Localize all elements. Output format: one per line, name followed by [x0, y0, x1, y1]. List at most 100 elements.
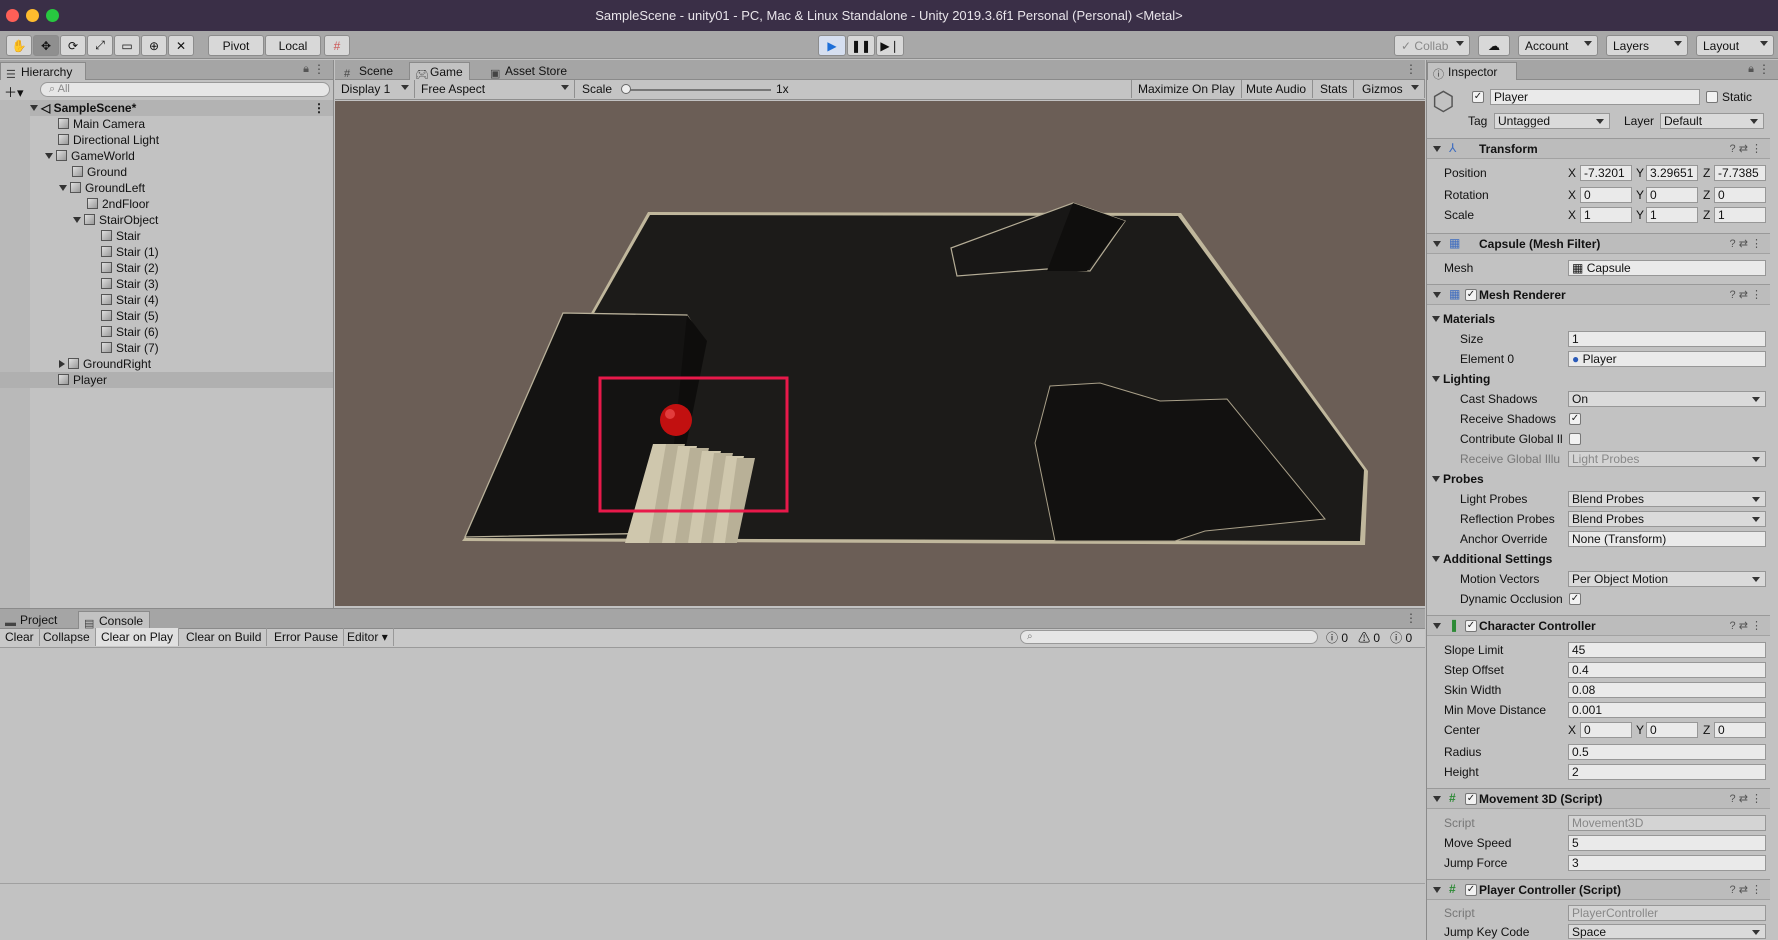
min-move-distance-field[interactable]: 0.001 — [1568, 702, 1766, 718]
editor-dropdown[interactable]: Editor ▾ — [342, 628, 394, 646]
center-x-field[interactable]: 0 — [1580, 722, 1632, 738]
display-dropdown[interactable]: Display 1 — [335, 80, 415, 98]
kebab-menu-icon[interactable]: ⋮ — [1758, 62, 1770, 76]
mesh-renderer-header[interactable]: ▦ ✓ Mesh Renderer ? ⇄ ⋮ — [1427, 284, 1770, 305]
tab-asset-store[interactable]: ▣ Asset Store — [485, 62, 573, 80]
materials-foldout[interactable]: Materials — [1432, 311, 1495, 327]
collapse-toggle[interactable]: Collapse — [38, 628, 96, 646]
kebab-menu-icon[interactable]: ⋮ — [313, 62, 325, 76]
mute-audio-toggle[interactable]: Mute Audio — [1240, 80, 1314, 98]
motion-vectors-dropdown[interactable]: Per Object Motion — [1568, 571, 1766, 587]
move-speed-field[interactable]: 5 — [1568, 835, 1766, 851]
step-offset-field[interactable]: 0.4 — [1568, 662, 1766, 678]
receive-shadows-checkbox[interactable]: ✓ — [1569, 413, 1581, 425]
pause-button[interactable]: ❚❚ — [847, 35, 875, 56]
hierarchy-item[interactable]: GroundLeft — [59, 180, 145, 196]
jump-key-code-dropdown[interactable]: Space — [1568, 924, 1766, 939]
hierarchy-item-selected[interactable]: Player — [0, 372, 333, 388]
local-toggle[interactable]: Local — [265, 35, 321, 56]
contribute-gi-checkbox[interactable] — [1569, 433, 1581, 445]
rotation-y-field[interactable]: 0 — [1646, 187, 1698, 203]
gizmos-dropdown[interactable]: Gizmos — [1356, 80, 1425, 98]
center-z-field[interactable]: 0 — [1714, 722, 1766, 738]
hierarchy-item[interactable]: Stair (5) — [101, 308, 159, 324]
collapsed-arrow-icon[interactable] — [59, 360, 65, 368]
tab-scene[interactable]: # Scene — [339, 62, 399, 80]
rotation-x-field[interactable]: 0 — [1580, 187, 1632, 203]
probes-foldout[interactable]: Probes — [1432, 471, 1484, 487]
console-search-input[interactable]: ⌕ — [1020, 630, 1318, 644]
clear-on-build-toggle[interactable]: Clear on Build — [181, 628, 268, 646]
hierarchy-search-input[interactable]: ⌕ All — [40, 82, 330, 97]
cast-shadows-dropdown[interactable]: On — [1568, 391, 1766, 407]
rect-tool-button[interactable]: ▭ — [114, 35, 140, 56]
hierarchy-item[interactable]: GroundRight — [59, 356, 151, 372]
scale-z-field[interactable]: 1 — [1714, 207, 1766, 223]
hierarchy-item[interactable]: Stair (7) — [101, 340, 159, 356]
hierarchy-item[interactable]: Stair (4) — [101, 292, 159, 308]
tag-dropdown[interactable]: Untagged — [1494, 113, 1610, 129]
layout-dropdown[interactable]: Layout — [1696, 35, 1774, 56]
component-actions[interactable]: ? ⇄ ⋮ — [1730, 237, 1762, 250]
jump-force-field[interactable]: 3 — [1568, 855, 1766, 871]
component-actions[interactable]: ? ⇄ ⋮ — [1730, 619, 1762, 632]
component-actions[interactable]: ? ⇄ ⋮ — [1730, 883, 1762, 896]
maximize-on-play-toggle[interactable]: Maximize On Play — [1132, 80, 1242, 98]
scale-y-field[interactable]: 1 — [1646, 207, 1698, 223]
hierarchy-item[interactable]: 2ndFloor — [87, 196, 149, 212]
movement3d-header[interactable]: # ✓ Movement 3D (Script) ? ⇄ ⋮ — [1427, 788, 1770, 809]
reflection-probes-dropdown[interactable]: Blend Probes — [1568, 511, 1766, 527]
expand-arrow-icon[interactable] — [30, 105, 38, 111]
layer-dropdown[interactable]: Default — [1660, 113, 1764, 129]
character-controller-header[interactable]: ❚ ✓ Character Controller ? ⇄ ⋮ — [1427, 615, 1770, 636]
radius-field[interactable]: 0.5 — [1568, 744, 1766, 760]
mesh-filter-header[interactable]: ▦ Capsule (Mesh Filter) ? ⇄ ⋮ — [1427, 233, 1770, 254]
scale-slider-thumb[interactable] — [621, 84, 631, 94]
move-tool-button[interactable]: ✥ — [33, 35, 59, 56]
light-probes-dropdown[interactable]: Blend Probes — [1568, 491, 1766, 507]
component-actions[interactable]: ? ⇄ ⋮ — [1730, 288, 1762, 301]
movement3d-enabled-checkbox[interactable]: ✓ — [1465, 793, 1477, 805]
anchor-override-field[interactable]: None (Transform) — [1568, 531, 1766, 547]
tab-inspector[interactable]: ⓘ Inspector — [1427, 62, 1517, 81]
scene-menu-icon[interactable]: ⋮ — [313, 100, 325, 116]
component-actions[interactable]: ? ⇄ ⋮ — [1730, 142, 1762, 155]
transform-tool-button[interactable]: ⊕ — [141, 35, 167, 56]
scene-row[interactable]: ◁ SampleScene* ⋮ — [30, 100, 333, 116]
account-dropdown[interactable]: Account — [1518, 35, 1598, 56]
expand-arrow-icon[interactable] — [73, 217, 81, 223]
scale-slider-track[interactable] — [626, 89, 771, 91]
element0-field[interactable]: ● Player — [1568, 351, 1766, 367]
step-button[interactable]: ▶❘ — [876, 35, 904, 56]
object-name-field[interactable]: Player — [1490, 89, 1700, 105]
warning-count-toggle[interactable]: ⚠ 0 — [1358, 631, 1380, 645]
play-button[interactable]: ▶ — [818, 35, 846, 56]
collab-dropdown[interactable]: ✓ Collab — [1394, 35, 1470, 56]
player-controller-enabled-checkbox[interactable]: ✓ — [1465, 884, 1477, 896]
kebab-menu-icon[interactable]: ⋮ — [1405, 611, 1417, 625]
layers-dropdown[interactable]: Layers — [1606, 35, 1688, 56]
clear-button[interactable]: Clear — [0, 628, 40, 646]
center-y-field[interactable]: 0 — [1646, 722, 1698, 738]
hierarchy-item[interactable]: GameWorld — [45, 148, 135, 164]
additional-settings-foldout[interactable]: Additional Settings — [1432, 551, 1552, 567]
error-count-toggle[interactable]: ⓘ 0 — [1390, 631, 1412, 645]
error-pause-toggle[interactable]: Error Pause — [269, 628, 345, 646]
lock-icon[interactable]: 🔒︎ — [1748, 63, 1754, 76]
hierarchy-item[interactable]: Stair (1) — [101, 244, 159, 260]
component-actions[interactable]: ? ⇄ ⋮ — [1730, 792, 1762, 805]
kebab-menu-icon[interactable]: ⋮ — [1405, 62, 1417, 76]
info-count-toggle[interactable]: ⓘ 0 — [1326, 631, 1348, 645]
position-x-field[interactable]: -7.3201 — [1580, 165, 1632, 181]
pivot-toggle[interactable]: Pivot — [208, 35, 264, 56]
stats-toggle[interactable]: Stats — [1314, 80, 1355, 98]
hierarchy-item[interactable]: Stair (2) — [101, 260, 159, 276]
hierarchy-item[interactable]: StairObject — [73, 212, 158, 228]
cloud-button[interactable]: ☁ — [1478, 35, 1510, 56]
tab-console[interactable]: ▤ Console — [78, 611, 151, 630]
tab-game[interactable]: 🎮︎ Game — [409, 62, 470, 81]
hierarchy-item[interactable]: Main Camera — [58, 116, 145, 132]
mesh-object-field[interactable]: ▦ Capsule — [1568, 260, 1766, 276]
hierarchy-item[interactable]: Directional Light — [58, 132, 159, 148]
transform-header[interactable]: ⅄ Transform ? ⇄ ⋮ — [1427, 138, 1770, 159]
